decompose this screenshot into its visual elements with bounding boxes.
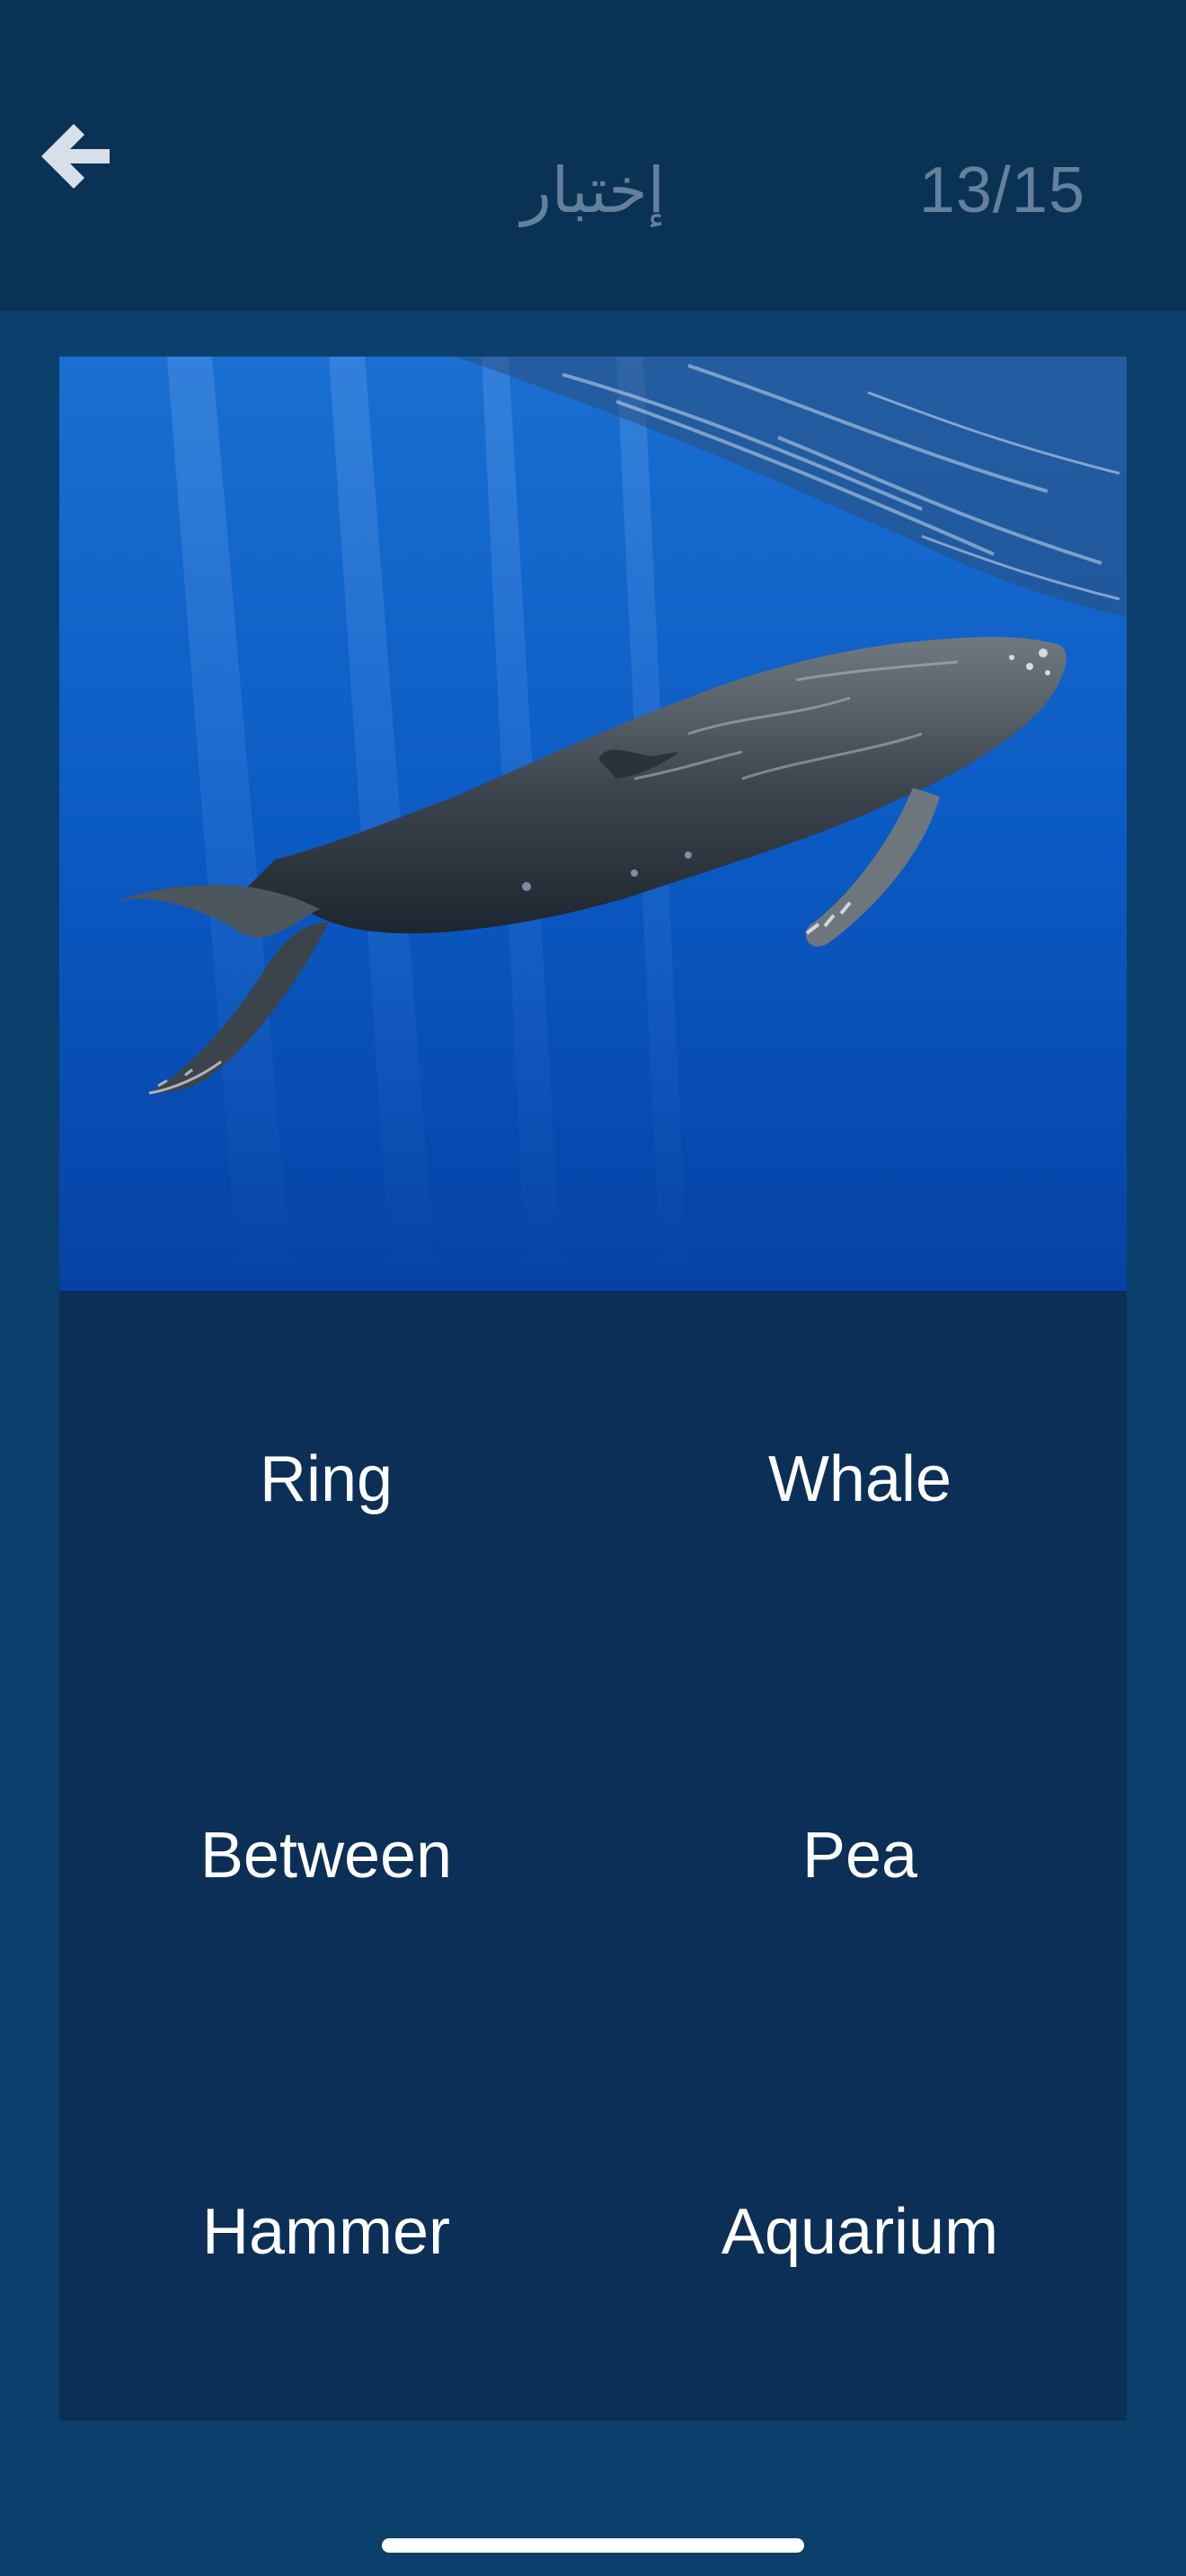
home-indicator[interactable]	[382, 2538, 804, 2553]
answer-option[interactable]: Aquarium	[593, 2044, 1127, 2421]
page-title: إختبار	[520, 155, 666, 225]
answer-option[interactable]: Between	[59, 1667, 593, 2043]
answer-label: Aquarium	[721, 2196, 999, 2269]
answer-label: Between	[199, 1819, 453, 1892]
answer-grid: Ring Whale Between Pea Hammer Aquarium	[59, 1291, 1127, 2421]
answer-option[interactable]: Ring	[59, 1291, 593, 1667]
question-image	[59, 357, 1127, 1291]
arrow-left-icon	[41, 124, 110, 189]
back-button[interactable]	[32, 113, 119, 199]
answer-option[interactable]: Pea	[593, 1667, 1127, 2043]
answer-option[interactable]: Hammer	[59, 2044, 593, 2421]
top-bar: إختبار 13/15	[0, 0, 1186, 311]
answer-label: Ring	[259, 1442, 394, 1515]
answer-label: Pea	[801, 1819, 918, 1892]
question-progress: 13/15	[918, 154, 1085, 226]
answer-label: Whale	[767, 1442, 952, 1515]
answer-option[interactable]: Whale	[593, 1291, 1127, 1667]
answer-label: Hammer	[201, 2196, 450, 2269]
